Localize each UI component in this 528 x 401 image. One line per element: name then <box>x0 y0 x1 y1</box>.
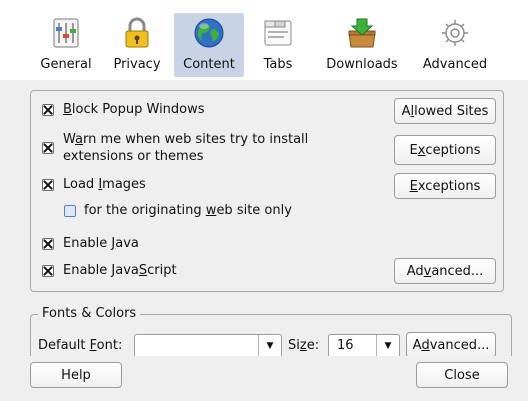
warn-install-label-line2: extensions or themes <box>63 149 204 164</box>
originating-site-checkbox[interactable] <box>64 205 76 217</box>
fonts-colors-legend: Fonts & Colors <box>38 306 141 321</box>
gear-icon <box>442 20 468 46</box>
block-popups-checkbox[interactable] <box>42 104 54 116</box>
privacy-lock-icon <box>125 17 149 48</box>
block-popups-label: Block Popup Windows <box>63 102 205 117</box>
enable-java-label: Enable Java <box>63 236 139 251</box>
font-size-value: 16 <box>337 338 354 353</box>
originating-site-label: for the originating web site only <box>84 203 292 218</box>
tab-tabs[interactable]: Tabs <box>250 13 306 77</box>
size-label: Size: <box>288 338 320 353</box>
default-font-select[interactable]: ▼ <box>134 334 282 358</box>
tab-tabs-label: Tabs <box>263 57 293 72</box>
fonts-advanced-button[interactable]: Ad vanced... <box>406 332 496 358</box>
tab-advanced[interactable]: Advanced <box>414 13 496 77</box>
chevron-down-icon[interactable]: ▼ <box>258 335 281 357</box>
close-button[interactable]: Close <box>416 362 508 388</box>
tab-downloads-label: Downloads <box>326 57 398 72</box>
default-font-label: Default Font: <box>38 338 123 353</box>
tab-privacy-label: Privacy <box>113 57 161 72</box>
help-button[interactable]: Help <box>30 362 122 388</box>
general-icon <box>53 18 79 48</box>
tab-content[interactable]: Content <box>174 13 244 77</box>
enable-java-checkbox[interactable] <box>42 238 54 250</box>
tab-content-label: Content <box>183 57 235 72</box>
tab-privacy[interactable]: Privacy <box>108 13 166 77</box>
tab-downloads[interactable]: Downloads <box>318 13 406 77</box>
allowed-sites-button[interactable]: Al lowed Sites <box>394 98 496 124</box>
tabs-icon <box>264 20 292 46</box>
load-images-label: Load Images <box>63 177 146 192</box>
chevron-down-icon[interactable]: ▼ <box>376 335 399 357</box>
warn-install-label-line1: Warn me when web sites try to install <box>63 132 309 147</box>
enable-javascript-label: Enable JavaScript <box>63 263 177 278</box>
install-exceptions-button[interactable]: Ex ceptions <box>394 135 496 165</box>
warn-install-checkbox[interactable] <box>42 142 54 154</box>
preferences-toolbar: General Privacy Content Tabs Downloads A… <box>0 0 528 80</box>
tab-general[interactable]: General <box>34 13 98 77</box>
load-images-checkbox[interactable] <box>42 179 54 191</box>
tab-general-label: General <box>40 57 92 72</box>
font-size-select[interactable]: 16 ▼ <box>328 334 400 358</box>
tab-advanced-label: Advanced <box>422 57 488 72</box>
enable-javascript-checkbox[interactable] <box>42 265 54 277</box>
javascript-advanced-button[interactable]: Ad v anced... <box>394 258 496 284</box>
images-exceptions-button[interactable]: Exceptions <box>394 173 496 199</box>
globe-icon <box>194 18 224 48</box>
downloads-icon <box>348 18 376 48</box>
